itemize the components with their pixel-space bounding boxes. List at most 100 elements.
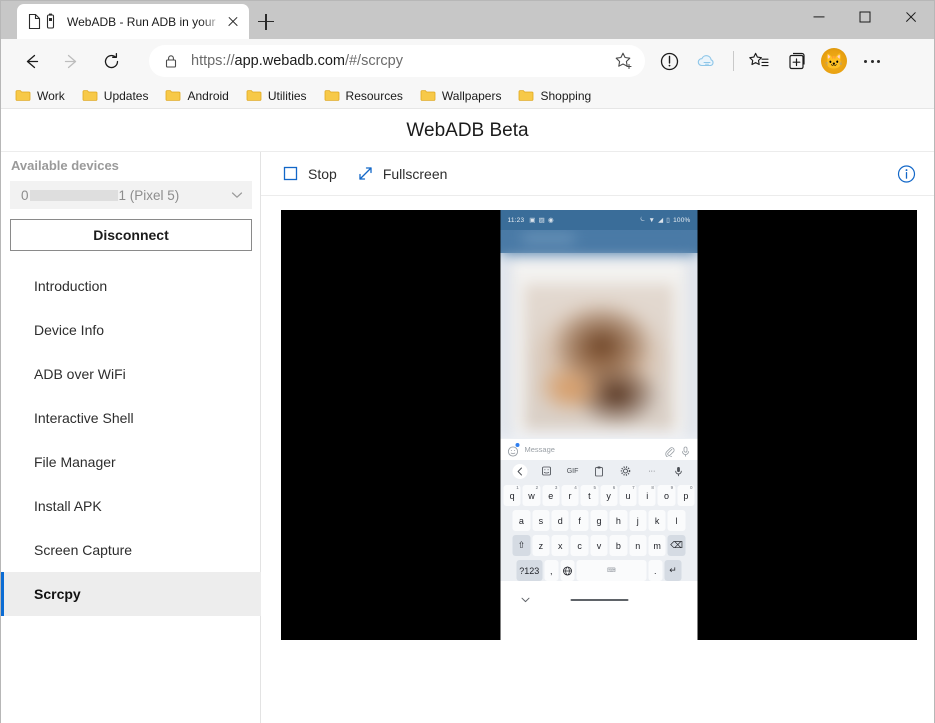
key-d[interactable]: d (551, 510, 569, 531)
tab-close-icon[interactable] (223, 12, 243, 32)
backspace-key[interactable]: ⌫ (667, 535, 686, 556)
address-bar[interactable]: https://app.webadb.com/#/scrcpy (149, 45, 645, 77)
device-select[interactable]: 0 1 (Pixel 5) (10, 181, 252, 209)
sidebar-item-adb-over-wifi[interactable]: ADB over WiFi (1, 352, 261, 396)
emoji-icon[interactable] (507, 443, 520, 457)
stop-button[interactable]: Stop (282, 165, 337, 182)
star-add-icon[interactable] (613, 50, 635, 72)
key-x[interactable]: x (551, 535, 569, 556)
alarm-icon: ⏾ (640, 216, 646, 223)
key-s[interactable]: s (532, 510, 550, 531)
key-num: 3 (554, 485, 558, 490)
collections-icon[interactable] (780, 45, 812, 77)
bookmark-label: Android (187, 88, 229, 103)
bookmark-android[interactable]: Android (165, 88, 229, 103)
key-l[interactable]: l (667, 510, 686, 531)
bookmark-label: Resources (345, 88, 403, 103)
key-p[interactable]: 0p (677, 485, 695, 506)
key-z[interactable]: z (532, 535, 550, 556)
key-w[interactable]: 2w (522, 485, 541, 506)
key-num: 5 (593, 485, 596, 490)
tracking-prevention-icon[interactable] (653, 45, 685, 77)
sidebar-item-interactive-shell[interactable]: Interactive Shell (1, 396, 261, 440)
more-dots-icon[interactable]: ··· (639, 460, 665, 482)
key-e[interactable]: 3e (542, 485, 560, 506)
space-key[interactable]: ⌨ (576, 560, 647, 581)
sidebar-item-install-apk[interactable]: Install APK (1, 484, 261, 528)
message-input-row[interactable]: Message (500, 438, 698, 460)
key-b[interactable]: b (609, 535, 628, 556)
cloud-sync-icon[interactable] (691, 45, 723, 77)
key-a[interactable]: a (512, 510, 531, 531)
bookmark-wallpapers[interactable]: Wallpapers (420, 89, 501, 103)
key-n[interactable]: n (629, 535, 647, 556)
blurred-app-content[interactable] (500, 230, 698, 438)
settings-gear-icon[interactable] (612, 460, 638, 482)
sidebar-item-file-manager[interactable]: File Manager (1, 440, 261, 484)
key-v[interactable]: v (590, 535, 608, 556)
fullscreen-button[interactable]: Fullscreen (357, 165, 447, 182)
key-r[interactable]: 4r (561, 485, 579, 506)
language-globe-key[interactable] (560, 560, 575, 581)
info-circle-icon[interactable] (897, 164, 916, 183)
bookmarks-bar: Work Updates Android Utilities Resources… (1, 83, 934, 109)
refresh-button[interactable] (93, 43, 129, 79)
battery-level: 100% (673, 216, 691, 224)
microphone-icon[interactable] (681, 444, 691, 457)
home-gesture-bar[interactable] (570, 599, 628, 601)
sidebar-item-device-info[interactable]: Device Info (1, 308, 261, 352)
device-screen[interactable]: 11:23 ▣ ▨ ◉ ⏾ ▼ ◢ ▯ 100% Message GIF ···… (500, 210, 698, 640)
shift-key[interactable]: ⇧ (512, 535, 531, 556)
favorites-icon[interactable] (742, 45, 774, 77)
blur-layer (500, 230, 698, 438)
hide-keyboard-chevron-down-icon[interactable] (521, 591, 531, 603)
disconnect-button[interactable]: Disconnect (10, 219, 252, 251)
key-k[interactable]: k (648, 510, 666, 531)
bookmark-updates[interactable]: Updates (82, 89, 148, 103)
period-key[interactable]: . (648, 560, 663, 581)
new-tab-button[interactable] (253, 10, 279, 34)
keyboard-microphone-icon[interactable] (665, 460, 691, 482)
key-y[interactable]: 6y (600, 485, 618, 506)
paperclip-icon[interactable] (665, 444, 675, 458)
key-j[interactable]: j (629, 510, 647, 531)
key-g[interactable]: g (590, 510, 608, 531)
sidebar-item-introduction[interactable]: Introduction (1, 264, 261, 308)
sticker-icon[interactable] (533, 460, 559, 482)
profile-avatar[interactable]: 🐱 (818, 45, 850, 77)
back-button[interactable] (13, 43, 49, 79)
sidebar-item-label: File Manager (34, 454, 116, 470)
key-q[interactable]: 1q (503, 485, 521, 506)
browser-tab[interactable]: WebADB - Run ADB in your (17, 4, 249, 39)
key-i[interactable]: 8i (638, 485, 656, 506)
key-t[interactable]: 5t (580, 485, 598, 506)
enter-key[interactable]: ↵ (664, 560, 682, 581)
bookmark-work[interactable]: Work (15, 89, 65, 103)
bookmark-shopping[interactable]: Shopping (518, 89, 591, 103)
symbols-key[interactable]: ?123 (516, 560, 543, 581)
bookmark-resources[interactable]: Resources (324, 89, 403, 103)
gif-icon[interactable]: GIF (559, 460, 585, 482)
key-u[interactable]: 7u (619, 485, 637, 506)
key-o[interactable]: 9o (657, 485, 676, 506)
arrow-right-icon (64, 54, 76, 68)
key-f[interactable]: f (570, 510, 589, 531)
wifi-icon: ▼ (648, 216, 656, 224)
photo-icon: ▨ (538, 217, 545, 224)
minimize-button[interactable] (796, 1, 842, 33)
bookmark-utilities[interactable]: Utilities (246, 89, 307, 103)
sidebar-item-scrcpy[interactable]: Scrcpy (1, 572, 261, 616)
key-h[interactable]: h (609, 510, 628, 531)
refresh-icon (104, 52, 118, 68)
android-keyboard[interactable]: 1q 2w 3e 4r 5t 6y 7u 8i 9o 0p a s d f g … (500, 482, 698, 581)
clipboard-icon[interactable] (586, 460, 612, 482)
comma-key[interactable]: , (544, 560, 559, 581)
scrcpy-video-stage[interactable]: 11:23 ▣ ▨ ◉ ⏾ ▼ ◢ ▯ 100% Message GIF ···… (281, 210, 917, 640)
key-c[interactable]: c (570, 535, 589, 556)
close-window-button[interactable] (888, 1, 934, 33)
keyboard-back-button[interactable] (507, 460, 533, 482)
sidebar-item-screen-capture[interactable]: Screen Capture (1, 528, 261, 572)
settings-more-icon[interactable] (856, 45, 888, 77)
maximize-button[interactable] (842, 1, 888, 33)
key-m[interactable]: m (648, 535, 666, 556)
